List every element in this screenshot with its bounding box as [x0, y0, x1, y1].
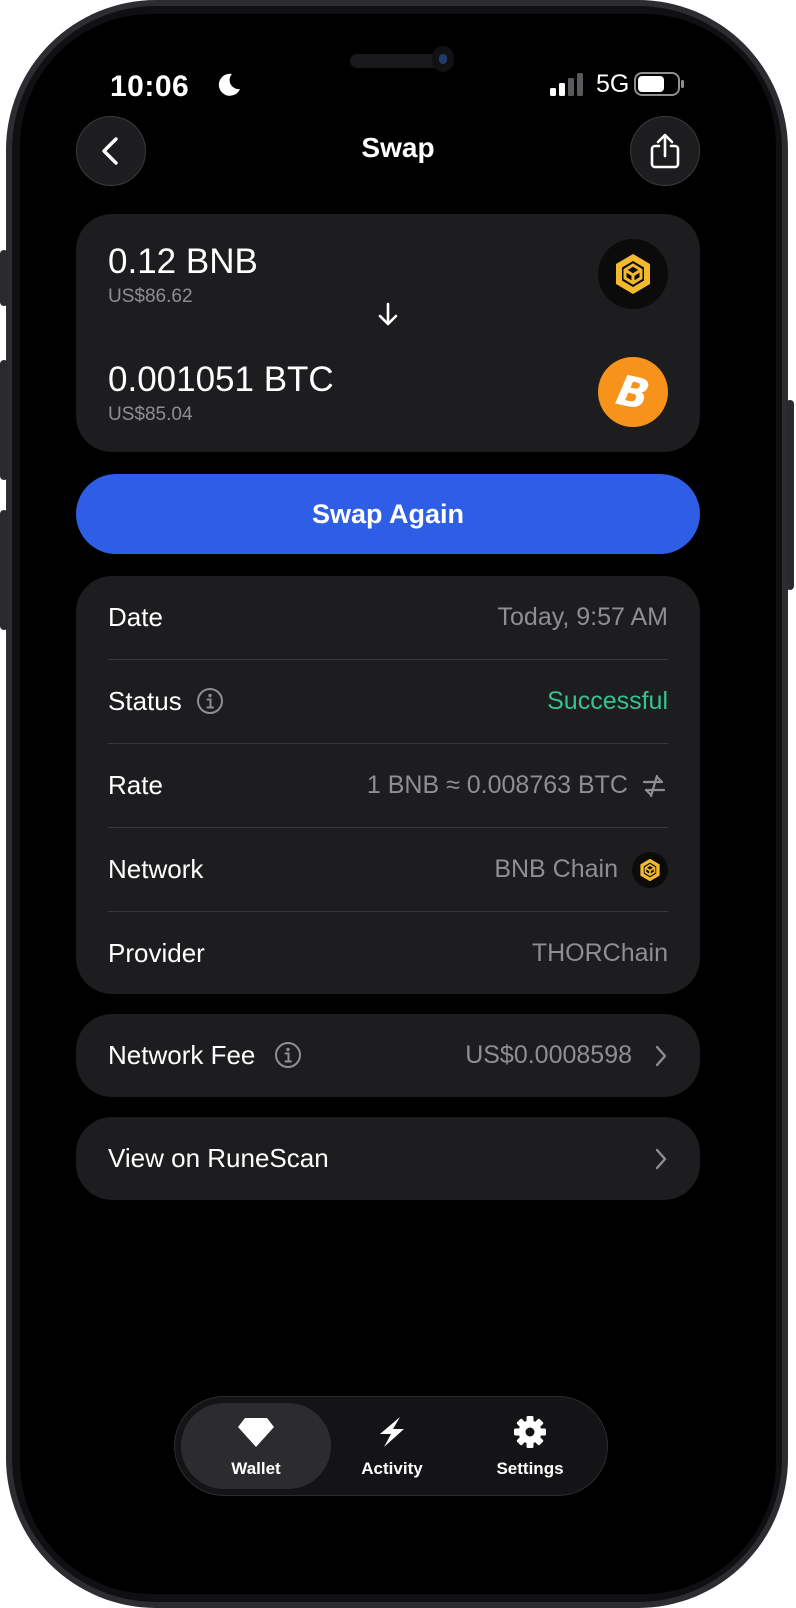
swap-direction-icon[interactable] — [640, 772, 668, 800]
arrow-down-icon — [378, 302, 398, 326]
network-fee-row[interactable]: Network Fee US$0.0008598 — [76, 1014, 700, 1097]
from-fiat: US$86.62 — [108, 286, 193, 307]
moon-icon — [218, 73, 240, 96]
tab-bar: Wallet Activity Settings — [174, 1396, 608, 1496]
date-label: Date — [108, 602, 163, 632]
network-value: BNB Chain — [494, 855, 618, 883]
chevron-right-icon — [655, 1045, 667, 1067]
action-button — [0, 250, 8, 306]
lightning-icon — [380, 1417, 404, 1447]
screen: 10:06 5G Swap 0.12 BNB US$86.62 0.001051… — [20, 14, 776, 1594]
gear-icon — [514, 1416, 546, 1448]
network-fee-value: US$0.0008598 — [465, 1041, 632, 1069]
chevron-right-icon — [655, 1148, 667, 1170]
power-button — [786, 400, 794, 590]
network-fee-content: Network Fee US$0.0008598 — [108, 1014, 668, 1097]
tab-label: Wallet — [231, 1459, 281, 1478]
status-value: Successful — [547, 687, 668, 715]
info-icon[interactable] — [274, 1041, 302, 1069]
bnb-chain-icon — [632, 852, 668, 888]
rate-row: Rate 1 BNB ≈ 0.008763 BTC — [108, 744, 668, 827]
share-icon — [650, 133, 680, 169]
share-button[interactable] — [630, 116, 700, 186]
volume-down-button — [0, 510, 8, 630]
provider-value: THORChain — [531, 939, 668, 967]
provider-label: Provider — [108, 938, 205, 968]
diamond-icon — [238, 1418, 274, 1447]
btc-coin-icon: B — [598, 357, 668, 427]
network-fee-label: Network Fee — [108, 1040, 256, 1070]
date-row: Date Today, 9:57 AM — [108, 576, 668, 659]
signal-icon — [550, 73, 583, 96]
swap-summary-card: 0.12 BNB US$86.62 0.001051 BTC US$85.04 … — [76, 214, 700, 452]
rate-value: 1 BNB ≈ 0.008763 BTC — [366, 771, 628, 799]
front-camera — [432, 46, 454, 72]
to-amount: 0.001051 BTC — [108, 360, 334, 399]
rate-label: Rate — [108, 770, 163, 800]
view-on-runescan-row[interactable]: View on RuneScan — [76, 1117, 700, 1200]
view-on-runescan-content: View on RuneScan — [108, 1117, 668, 1200]
view-on-runescan-label: View on RuneScan — [108, 1143, 329, 1173]
info-icon[interactable] — [196, 687, 224, 715]
tab-settings[interactable]: Settings — [455, 1403, 605, 1489]
from-amount: 0.12 BNB — [108, 242, 258, 281]
to-fiat: US$85.04 — [108, 404, 193, 425]
status-label: Status — [108, 686, 182, 716]
tab-label: Settings — [496, 1459, 564, 1478]
status-time: 10:06 — [110, 70, 190, 103]
date-value: Today, 9:57 AM — [497, 603, 668, 631]
details-card: Date Today, 9:57 AM Status Successful Ra… — [76, 576, 700, 994]
tab-wallet[interactable]: Wallet — [181, 1403, 331, 1489]
tab-activity[interactable]: Activity — [317, 1403, 467, 1489]
status-row: Status Successful — [108, 660, 668, 743]
provider-row: Provider THORChain — [108, 912, 668, 995]
network-label: Network — [108, 854, 204, 884]
volume-up-button — [0, 360, 8, 480]
battery-icon — [634, 72, 684, 96]
tab-label: Activity — [361, 1459, 423, 1478]
network-row: Network BNB Chain — [108, 828, 668, 911]
bnb-coin-icon — [598, 239, 668, 309]
swap-again-button[interactable]: Swap Again — [76, 474, 700, 554]
network-type: 5G — [596, 70, 630, 98]
